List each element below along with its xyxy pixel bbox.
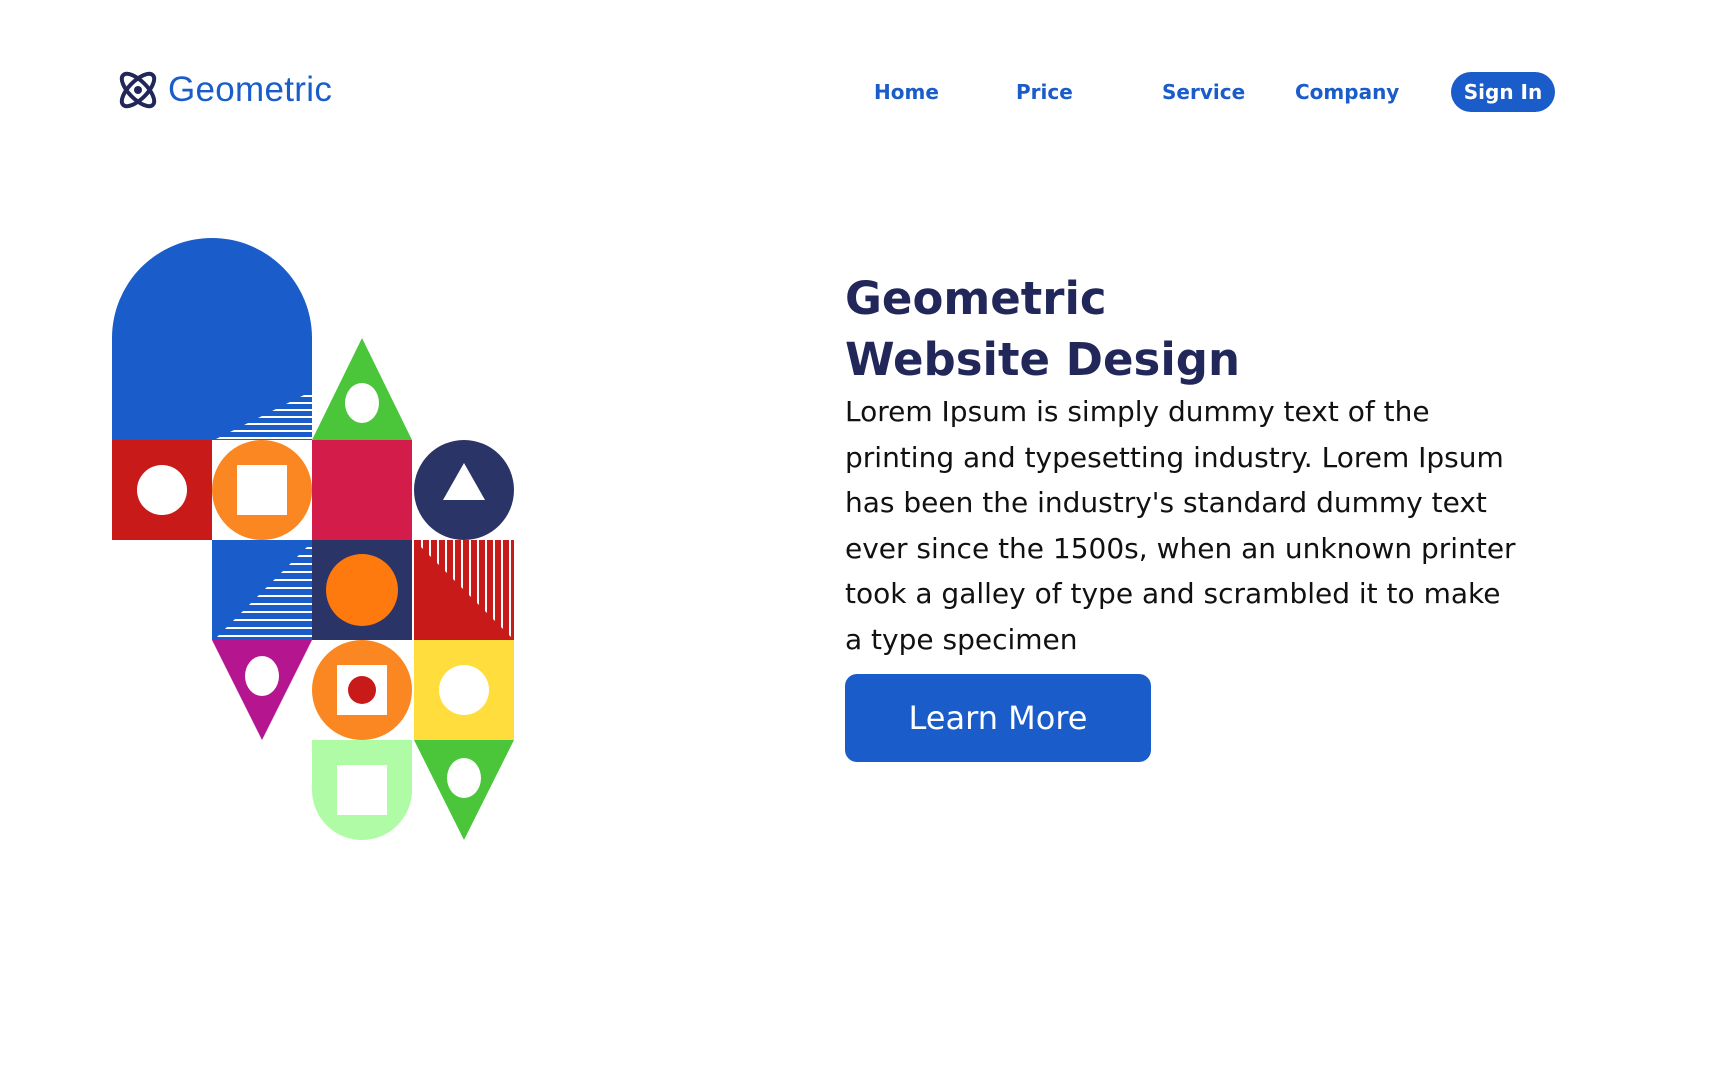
learn-more-button[interactable]: Learn More [845, 674, 1151, 762]
nav-price-link[interactable]: Price [1016, 72, 1073, 112]
geometric-illustration [112, 238, 514, 840]
nav-home-link[interactable]: Home [874, 72, 939, 112]
hero-title-line-2: Website Design [845, 333, 1241, 386]
hero-description-line: Lorem Ipsum is simply dummy text of the [845, 395, 1430, 428]
brand-logo[interactable]: Geometric [114, 66, 332, 114]
atom-orbit-icon [119, 71, 157, 109]
sign-in-button[interactable]: Sign In [1451, 72, 1555, 112]
crimson-square-shape [312, 440, 412, 540]
hero-description-line: ever since the 1500s, when an unknown pr… [845, 531, 1516, 565]
hero-description-line: has been the industry's standard dummy t… [845, 486, 1487, 519]
hero-title-line-1: Geometric [845, 272, 1107, 325]
nav-service-link[interactable]: Service [1162, 72, 1245, 112]
blue-striped-square-shape [212, 540, 312, 640]
hero-description-line: a type specimen [845, 622, 1078, 656]
hero-description: Lorem Ipsum is simply dummy text of the … [845, 389, 1565, 662]
hero-description-line: printing and typesetting industry. Lorem… [845, 440, 1504, 474]
hero-description-line: took a galley of type and scrambled it t… [845, 577, 1501, 610]
hero-title: Geometric Website Design [845, 268, 1545, 390]
nav-company-link[interactable]: Company [1295, 72, 1399, 112]
brand-name: Geometric [168, 70, 333, 109]
